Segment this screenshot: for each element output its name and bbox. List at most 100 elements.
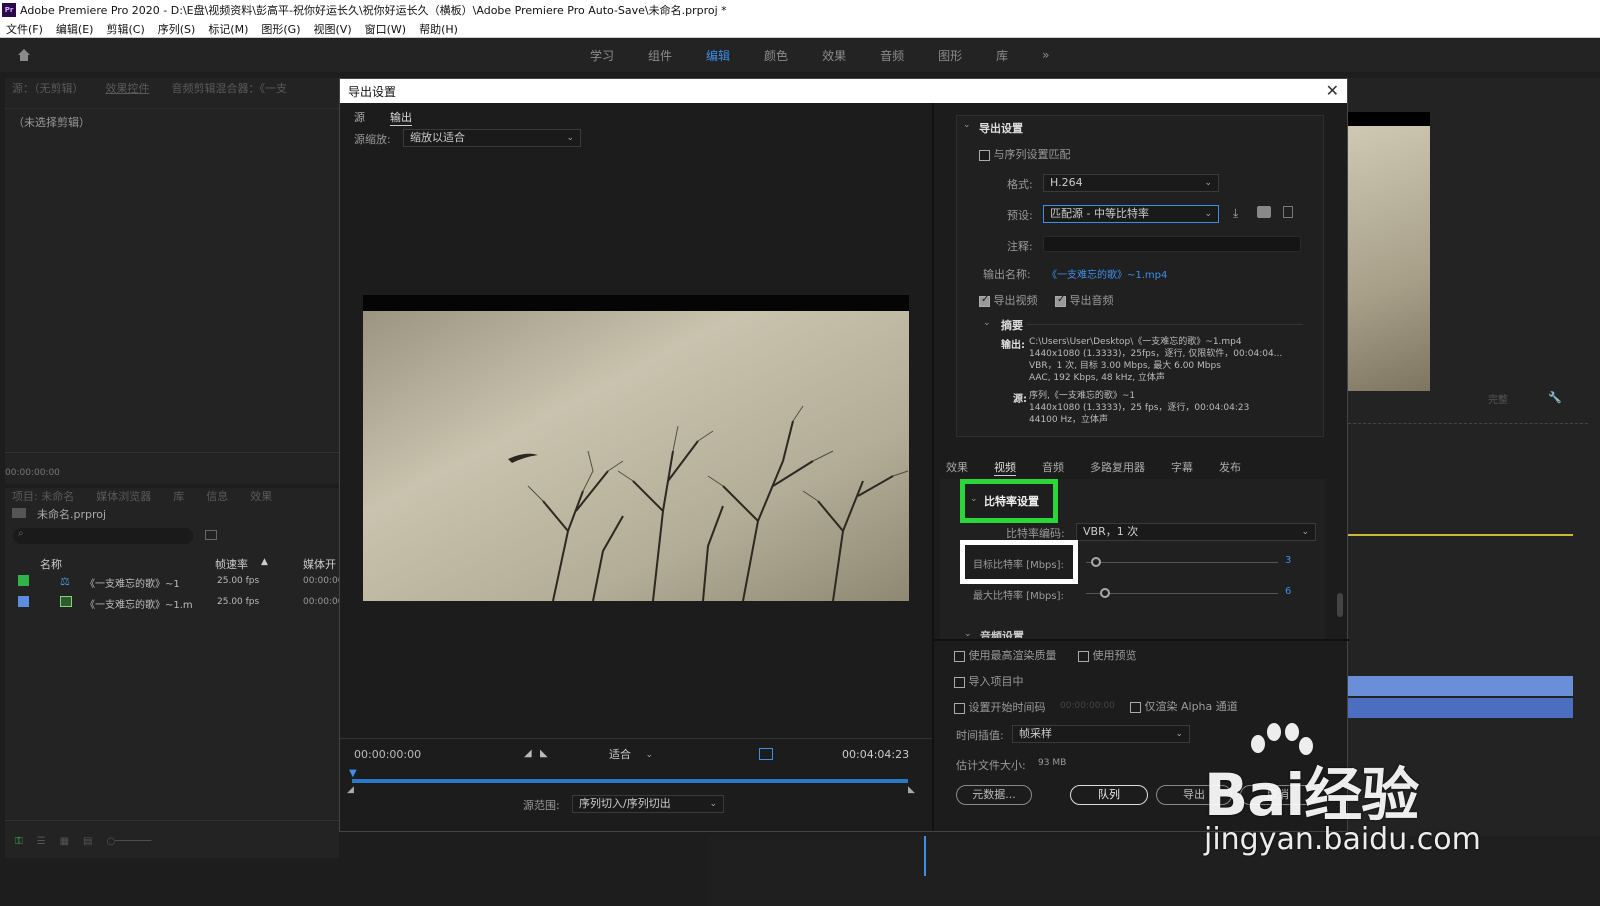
import-into-project-checkbox[interactable]: 导入项目中 xyxy=(954,673,1024,689)
audio-track-clip[interactable] xyxy=(1348,698,1573,718)
freeform-view-icon[interactable]: ▤ xyxy=(83,836,92,847)
tab-output[interactable]: 输出 xyxy=(390,109,412,126)
source-range-bar[interactable] xyxy=(352,779,908,783)
source-range-dropdown[interactable]: 序列切入/序列切出 ⌄ xyxy=(572,795,724,813)
tab-effects[interactable]: 效果 xyxy=(946,459,968,476)
label-color-swatch xyxy=(18,575,29,586)
menu-file[interactable]: 文件(F) xyxy=(6,21,43,37)
workspace-editing[interactable]: 编辑 xyxy=(706,47,730,64)
menu-clip[interactable]: 剪辑(C) xyxy=(106,21,144,37)
import-preset-icon[interactable] xyxy=(1257,206,1271,218)
out-point-handle[interactable]: ◣ xyxy=(908,785,915,795)
summary-chevron-icon[interactable]: ⌄ xyxy=(983,318,991,328)
format-dropdown[interactable]: H.264 ⌄ xyxy=(1043,174,1219,192)
home-icon[interactable] xyxy=(16,47,32,63)
fit-dropdown[interactable]: 适合 ⌄ xyxy=(602,746,660,764)
tab-project[interactable]: 项目: 未命名 xyxy=(12,488,74,504)
workspace-color[interactable]: 颜色 xyxy=(764,47,788,64)
workspace-audio[interactable]: 音频 xyxy=(880,47,904,64)
wrench-icon[interactable]: 🔧 xyxy=(1548,391,1562,404)
menu-edit[interactable]: 编辑(E) xyxy=(56,21,94,37)
start-timecode-field[interactable]: 00:00:00:00 xyxy=(1060,701,1115,711)
summary-line: 序列,《一支难忘的歌》~1 xyxy=(1029,391,1136,401)
metadata-button[interactable]: 元数据... xyxy=(956,785,1032,805)
menu-help[interactable]: 帮助(H) xyxy=(419,21,458,37)
collapse-chevron-icon[interactable]: ⌄ xyxy=(963,120,971,130)
tab-libraries[interactable]: 库 xyxy=(173,488,184,504)
max-bitrate-slider[interactable] xyxy=(1086,588,1278,598)
slider-knob[interactable] xyxy=(1100,588,1111,598)
target-bitrate-slider[interactable] xyxy=(1086,557,1278,567)
playhead-handle[interactable]: ▼ xyxy=(349,768,357,779)
tab-audio-clip-mixer[interactable]: 音频剪辑混合器：《一支 xyxy=(172,80,288,96)
collapse-chevron-icon[interactable]: ⌄ xyxy=(964,629,972,639)
delete-preset-icon[interactable] xyxy=(1283,206,1293,218)
max-render-quality-checkbox[interactable]: 使用最高渲染质量 xyxy=(954,647,1057,663)
tab-video[interactable]: 视频 xyxy=(994,459,1016,476)
tab-captions[interactable]: 字幕 xyxy=(1171,459,1193,476)
save-preset-icon[interactable]: ⤓ xyxy=(1233,206,1238,221)
menu-markers[interactable]: 标记(M) xyxy=(208,21,248,37)
tab-info[interactable]: 信息 xyxy=(206,488,228,504)
column-media-start[interactable]: 媒体开 xyxy=(303,556,336,572)
program-fit-dropdown[interactable]: 完整 xyxy=(1488,391,1508,406)
duration-timecode: 00:04:04:23 xyxy=(842,748,910,761)
column-frame-rate[interactable]: 帧速率 xyxy=(215,556,248,572)
menu-window[interactable]: 窗口(W) xyxy=(365,21,406,37)
settings-scrollbar[interactable] xyxy=(1337,593,1343,617)
max-bitrate-value[interactable]: 6 xyxy=(1285,586,1291,597)
output-name-link[interactable]: 《一支难忘的歌》~1.mp4 xyxy=(1047,266,1167,281)
tab-multiplexer[interactable]: 多路复用器 xyxy=(1090,459,1145,476)
close-icon[interactable]: ✕ xyxy=(1326,81,1339,100)
tab-media-browser[interactable]: 媒体浏览器 xyxy=(96,488,151,504)
zoom-slider[interactable]: ○────── xyxy=(107,836,152,847)
table-row[interactable]: 《一支难忘的歌》~1.m 25.00 fps 00:00:00 xyxy=(5,594,343,614)
export-audio-checkbox[interactable]: 导出音频 xyxy=(1055,292,1114,308)
new-bin-icon[interactable] xyxy=(205,530,217,540)
sort-ascending-icon[interactable]: ▲ xyxy=(261,557,268,567)
slider-knob[interactable] xyxy=(1090,557,1101,567)
list-view-icon[interactable]: ☰ xyxy=(37,836,46,847)
workspace-assembly[interactable]: 组件 xyxy=(648,47,672,64)
current-timecode[interactable]: 00:00:00:00 xyxy=(354,748,421,761)
menu-sequence[interactable]: 序列(S) xyxy=(158,21,196,37)
bitrate-encoding-dropdown[interactable]: VBR，1 次 ⌄ xyxy=(1076,523,1316,541)
menu-view[interactable]: 视图(V) xyxy=(314,21,352,37)
render-alpha-only-checkbox[interactable]: 仅渲染 Alpha 通道 xyxy=(1130,698,1238,714)
workspace-graphics[interactable]: 图形 xyxy=(938,47,962,64)
audio-track-clip[interactable] xyxy=(1348,676,1573,696)
match-sequence-checkbox[interactable]: 与序列设置匹配 xyxy=(979,146,1071,162)
set-start-timecode-checkbox[interactable]: 设置开始时间码 xyxy=(954,699,1046,715)
tab-effects[interactable]: 效果 xyxy=(250,488,272,504)
tab-publish[interactable]: 发布 xyxy=(1219,459,1241,476)
comment-label: 注释: xyxy=(1007,240,1033,253)
aspect-correction-icon[interactable] xyxy=(759,748,773,760)
preset-dropdown[interactable]: 匹配源 - 中等比特率 ⌄ xyxy=(1043,205,1219,223)
comment-input[interactable] xyxy=(1043,236,1301,252)
use-previews-checkbox[interactable]: 使用预览 xyxy=(1078,647,1137,663)
time-interpolation-dropdown[interactable]: 帧采样 ⌄ xyxy=(1012,725,1190,743)
workspace-effects[interactable]: 效果 xyxy=(822,47,846,64)
set-in-point-icon[interactable]: ◢ xyxy=(524,748,532,759)
menu-graphics[interactable]: 图形(G) xyxy=(261,21,300,37)
table-row[interactable]: ⚖ 《一支难忘的歌》~1 25.00 fps 00:00:00 xyxy=(5,573,343,593)
lock-icon[interactable]: ⚿ xyxy=(15,836,23,847)
workspace-learning[interactable]: 学习 xyxy=(590,47,614,64)
queue-button[interactable]: 队列 xyxy=(1070,785,1148,805)
target-bitrate-value[interactable]: 3 xyxy=(1285,555,1291,566)
column-name[interactable]: 名称 xyxy=(40,556,62,572)
workspace-overflow-button[interactable]: » xyxy=(1042,48,1049,62)
set-out-point-icon[interactable]: ◣ xyxy=(540,748,548,759)
tab-source[interactable]: 源：（无剪辑） xyxy=(12,80,84,96)
icon-view-icon[interactable]: ▦ xyxy=(60,836,69,847)
tab-source[interactable]: 源 xyxy=(354,109,365,125)
export-video-checkbox[interactable]: 导出视频 xyxy=(979,292,1038,308)
workspace-libraries[interactable]: 库 xyxy=(996,47,1008,64)
tab-effect-controls[interactable]: 效果控件 xyxy=(106,80,150,96)
playhead[interactable] xyxy=(924,836,926,876)
in-point-handle[interactable]: ◢ xyxy=(347,785,354,795)
collapse-chevron-icon[interactable]: ⌄ xyxy=(970,494,978,504)
project-search-input[interactable]: ⌕ xyxy=(13,528,193,544)
tab-audio[interactable]: 音频 xyxy=(1042,459,1064,476)
source-scaling-dropdown[interactable]: 缩放以适合 ⌄ xyxy=(403,129,581,147)
